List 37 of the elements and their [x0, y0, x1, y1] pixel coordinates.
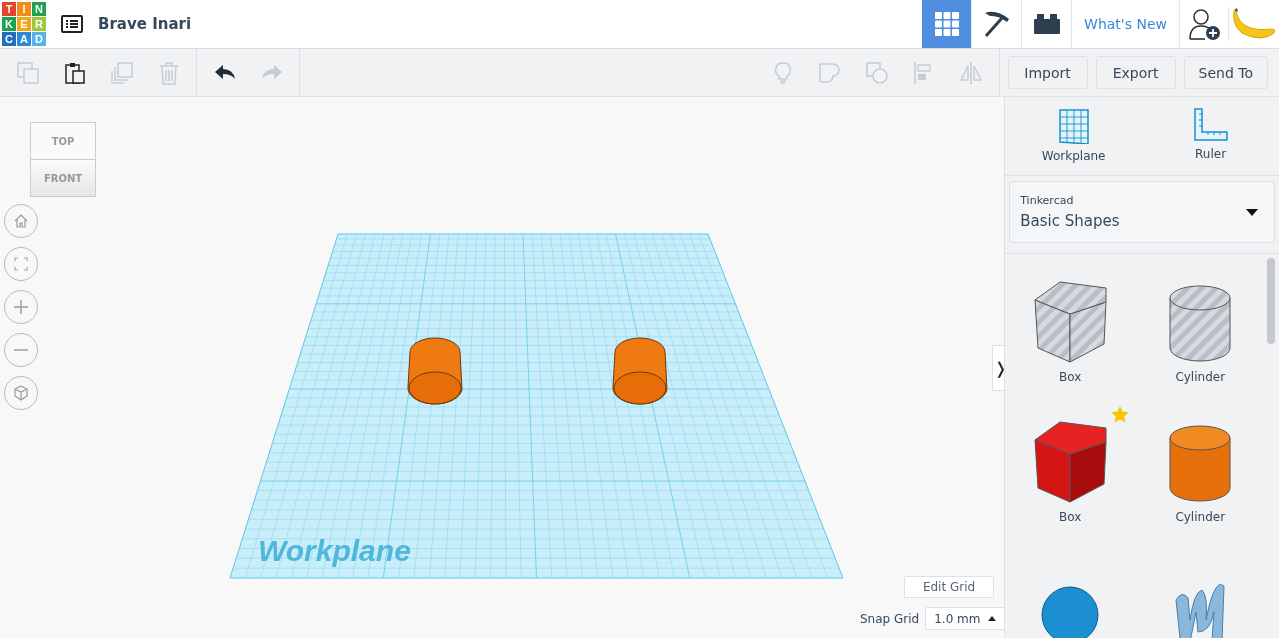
shape-label: Cylinder — [1175, 370, 1226, 384]
ruler-icon — [1192, 108, 1229, 142]
library-caption: Tinkercad — [1020, 194, 1075, 207]
workplane-label: Workplane — [258, 534, 411, 567]
home-button[interactable] — [4, 204, 38, 238]
cylinder-shape[interactable] — [612, 337, 668, 405]
shape-label: Cylinder — [1175, 510, 1226, 524]
3d-viewport[interactable]: Workplane TOP FRONT Edit Grid Snap Grid 1.0 mm ❭ — [0, 97, 1005, 638]
fit-button[interactable] — [4, 247, 38, 281]
design-title[interactable]: Brave Inari — [98, 15, 192, 33]
whats-new-link[interactable]: What's New — [1072, 0, 1180, 48]
export-button[interactable]: Export — [1095, 56, 1176, 89]
import-button[interactable]: Import — [1007, 56, 1088, 89]
zoom-out-button[interactable] — [4, 333, 38, 367]
library-value: Basic Shapes — [1020, 212, 1121, 230]
workplane-grid[interactable] — [229, 233, 844, 579]
edit-grid-button[interactable]: Edit Grid — [904, 576, 994, 598]
shape-label: Box — [1059, 510, 1082, 524]
ruler-tool[interactable]: Ruler — [1142, 97, 1279, 175]
zoom-in-button[interactable] — [4, 290, 38, 324]
scrollbar[interactable] — [1267, 258, 1275, 344]
perspective-button[interactable] — [4, 376, 38, 410]
cylinder-shape[interactable] — [407, 337, 463, 405]
caret-up-icon — [988, 616, 997, 621]
panel-toggle[interactable]: ❭ — [992, 345, 1005, 391]
grid-view-icon — [934, 12, 959, 36]
shape-library-select[interactable]: Tinkercad Basic Shapes — [1009, 181, 1275, 243]
workplane-tool[interactable]: Workplane — [1005, 97, 1143, 175]
send-to-button[interactable]: Send To — [1183, 56, 1268, 89]
shape-label: Box — [1059, 370, 1082, 384]
workplane-icon — [1057, 108, 1090, 144]
brick-icon — [1033, 14, 1060, 34]
tinkercad-logo[interactable]: T I N K E R C A D — [2, 2, 46, 46]
snap-grid-select[interactable]: 1.0 mm — [925, 607, 1005, 630]
snap-grid-label: Snap Grid — [860, 611, 920, 626]
design-list-icon[interactable] — [61, 15, 83, 33]
dropdown-caret-icon — [1246, 208, 1258, 216]
